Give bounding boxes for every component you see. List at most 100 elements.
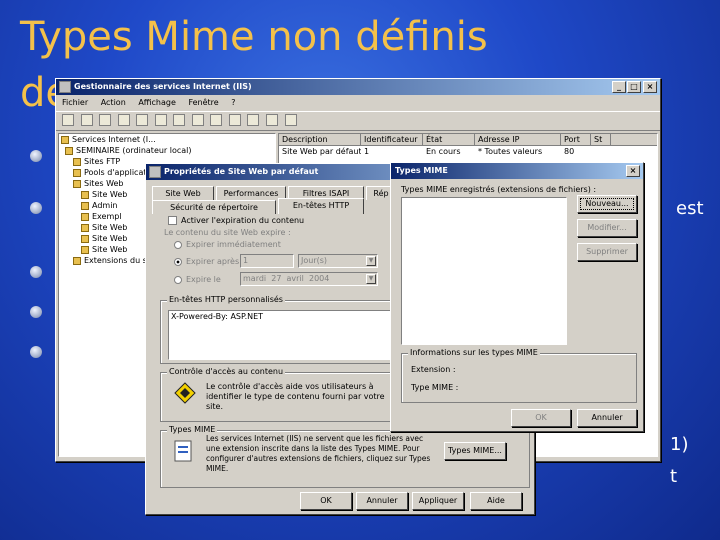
ok-button[interactable]: OK xyxy=(300,492,352,510)
mime-type-label: Type MIME : xyxy=(411,383,459,392)
folder-icon xyxy=(73,179,81,188)
tab-entetes-http[interactable]: En-têtes HTTP xyxy=(278,198,364,214)
tree-toggle-icon[interactable] xyxy=(117,114,130,126)
delete-mime-button[interactable]: Supprimer xyxy=(577,243,637,261)
radio-expire-on[interactable]: Expire le xyxy=(174,275,221,284)
folder-icon xyxy=(73,157,81,166)
help-button[interactable]: Aide xyxy=(470,492,522,510)
expire-after-value[interactable]: 1 xyxy=(240,254,294,268)
tree-item[interactable]: SEMINAIRE (ordinateur local) xyxy=(59,145,275,156)
minimize-button[interactable]: _ xyxy=(612,81,626,93)
mime-ok-button[interactable]: OK xyxy=(511,409,571,427)
menu-action[interactable]: Action xyxy=(101,98,126,107)
rating-caption: Contrôle d'accès au contenu xyxy=(167,367,286,376)
rating-icon xyxy=(174,382,196,404)
bullet-icon xyxy=(30,306,42,318)
bullet-icon xyxy=(30,150,42,162)
pause-icon[interactable] xyxy=(284,114,297,126)
header-entry[interactable]: X-Powered-By: ASP.NET xyxy=(171,312,263,321)
col-st[interactable]: St xyxy=(591,134,611,146)
mime-info-caption: Informations sur les types MIME xyxy=(408,348,540,357)
cell-ip: * Toutes valeurs xyxy=(478,147,543,156)
stop-icon[interactable] xyxy=(266,114,279,126)
rating-description: Le contrôle d'accès aide vos utilisateur… xyxy=(206,382,385,411)
help-icon[interactable] xyxy=(210,114,223,126)
mime-cancel-button[interactable]: Annuler xyxy=(577,409,637,427)
checkbox-icon xyxy=(168,216,177,225)
expire-date-field[interactable]: mardi 27 avril 2004 ▼ xyxy=(240,272,378,286)
document-icon xyxy=(174,440,192,462)
custom-headers-list[interactable]: X-Powered-By: ASP.NET xyxy=(168,310,404,360)
menu-affichage[interactable]: Affichage xyxy=(138,98,176,107)
up-icon[interactable] xyxy=(99,114,112,126)
close-button[interactable]: × xyxy=(643,81,657,93)
menu-help[interactable]: ? xyxy=(231,98,235,107)
tab-site-web[interactable]: Site Web xyxy=(152,186,214,200)
new-mime-button[interactable]: Nouveau... xyxy=(577,195,637,213)
col-etat[interactable]: État xyxy=(423,134,475,146)
play-icon[interactable] xyxy=(247,114,260,126)
chevron-down-icon: ▼ xyxy=(366,274,376,284)
dialog-icon xyxy=(149,166,161,178)
apply-button[interactable]: Appliquer xyxy=(412,492,464,510)
radio-icon xyxy=(174,257,182,266)
col-identificateur[interactable]: Identificateur xyxy=(361,134,423,146)
tab-securite[interactable]: Sécurité de répertoire xyxy=(152,200,276,214)
mime-list-label: Types MIME enregistrés (extensions de fi… xyxy=(401,185,597,194)
iis-title: Gestionnaire des services Internet (IIS) xyxy=(74,82,252,91)
mime-info-group: Informations sur les types MIME xyxy=(401,348,637,403)
folder-icon xyxy=(73,256,81,265)
properties-icon[interactable] xyxy=(154,114,167,126)
bullet-text-fragment: est xyxy=(676,198,704,219)
globe-icon xyxy=(81,201,89,210)
extension-label: Extension : xyxy=(411,365,456,374)
globe-icon xyxy=(81,190,89,199)
radio-icon xyxy=(174,275,182,284)
radio-expire-after[interactable]: Expirer après xyxy=(174,257,239,266)
computer-icon[interactable] xyxy=(228,114,241,126)
mime-types-dialog: Types MIME × Types MIME enregistrés (ext… xyxy=(390,162,644,432)
menu-fichier[interactable]: Fichier xyxy=(62,98,88,107)
globe-icon xyxy=(81,223,89,232)
cell-id: 1 xyxy=(364,147,370,156)
export-icon[interactable] xyxy=(191,114,204,126)
cell-port: 80 xyxy=(564,147,575,156)
col-port[interactable]: Port xyxy=(561,134,591,146)
table-row[interactable]: Site Web par défaut 1 En cours * Toutes val… xyxy=(279,146,657,157)
mime-list[interactable] xyxy=(401,197,567,345)
cancel-button[interactable]: Annuler xyxy=(356,492,408,510)
bullet-icon xyxy=(30,266,42,278)
mime-title: Types MIME xyxy=(395,166,448,175)
computer-icon xyxy=(65,146,73,155)
col-adresse-ip[interactable]: Adresse IP xyxy=(475,134,561,146)
forward-icon[interactable] xyxy=(80,114,93,126)
folder-icon xyxy=(73,168,81,177)
custom-headers-caption: En-têtes HTTP personnalisés xyxy=(167,295,285,304)
globe-icon xyxy=(81,234,89,243)
mime-types-button[interactable]: Types MIME... xyxy=(444,442,506,460)
maximize-button[interactable]: □ xyxy=(627,81,641,93)
close-button[interactable]: × xyxy=(626,165,640,177)
bullet-text-fragment: t xyxy=(670,466,678,487)
expire-checkbox[interactable]: Activer l'expiration du contenu xyxy=(168,216,304,225)
refresh-icon[interactable] xyxy=(173,114,186,126)
tree-item[interactable]: Services Internet (I... xyxy=(59,134,275,145)
cell-etat: En cours xyxy=(426,147,461,156)
radio-expire-immediate[interactable]: Expirer immédiatement xyxy=(174,240,281,249)
expire-after-unit[interactable]: Jour(s) ▼ xyxy=(298,254,378,268)
mime-description: Les services Internet (IIS) ne servent q… xyxy=(206,434,431,473)
globe-icon xyxy=(81,245,89,254)
tab-performances[interactable]: Performances xyxy=(216,186,286,200)
iis-titlebar: Gestionnaire des services Internet (IIS)… xyxy=(56,79,660,95)
menu-fenetre[interactable]: Fenêtre xyxy=(188,98,218,107)
iis-toolbar xyxy=(56,111,660,131)
modify-mime-button[interactable]: Modifier... xyxy=(577,219,637,237)
list-header: Description Identificateur État Adresse IP P… xyxy=(279,134,657,146)
cell-description: Site Web par défaut xyxy=(282,147,361,156)
slide-title: Types Mime non définis xyxy=(20,14,488,60)
back-icon[interactable] xyxy=(62,114,74,126)
chevron-down-icon: ▼ xyxy=(366,256,376,266)
col-description[interactable]: Description xyxy=(279,134,361,146)
delete-icon[interactable] xyxy=(136,114,149,126)
iis-app-icon xyxy=(59,81,71,93)
